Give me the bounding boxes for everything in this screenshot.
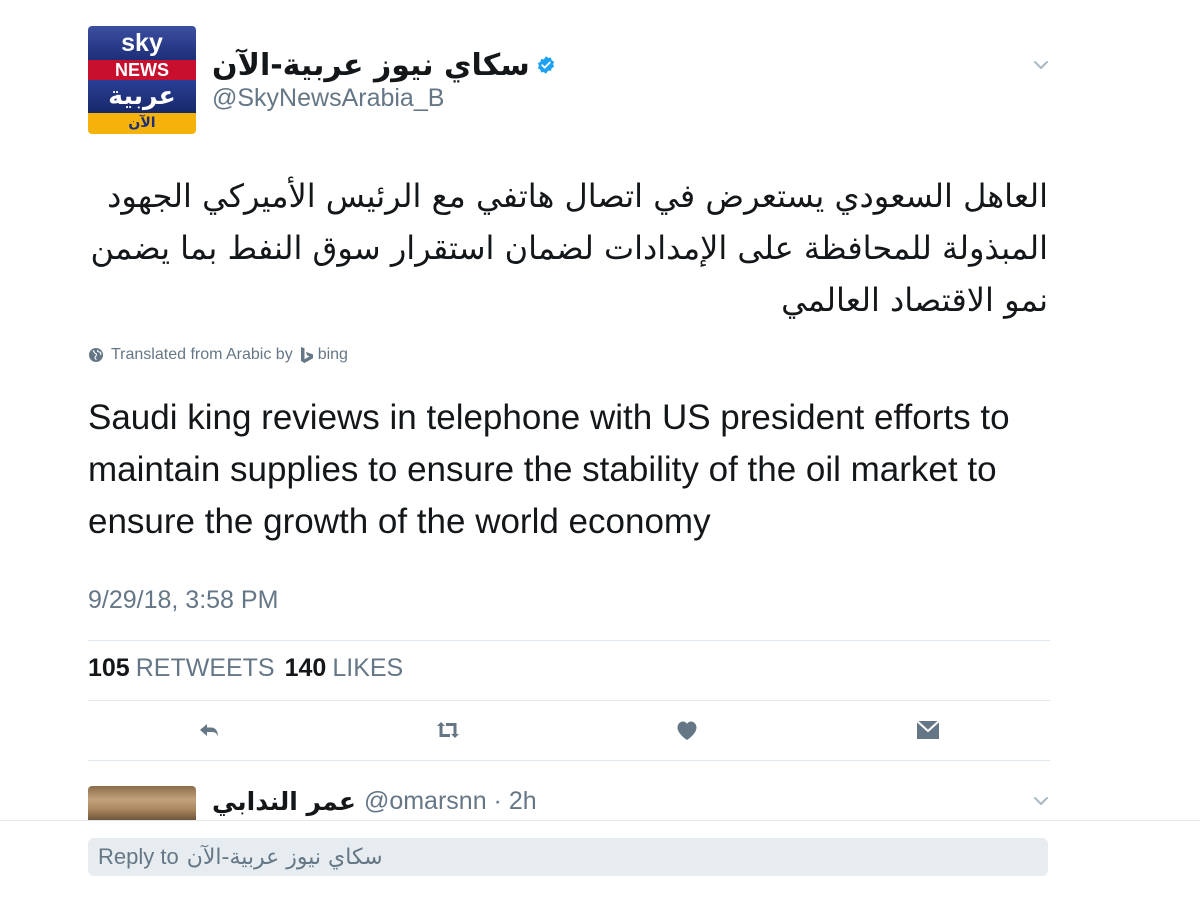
retweets-label: RETWEETS — [135, 654, 275, 682]
translated-label: Translated from Arabic by — [111, 346, 293, 363]
logo-news-text: NEWS — [88, 60, 196, 80]
logo-now-text: الآن — [88, 113, 196, 134]
verified-badge-icon — [537, 56, 554, 74]
logo-sky-text: sky — [88, 26, 196, 60]
envelope-icon — [916, 720, 940, 739]
retweets-stat[interactable]: 105 RETWEETS — [88, 654, 275, 683]
tweet-timestamp[interactable]: 9/29/18, 3:58 PM — [88, 586, 278, 615]
heart-icon — [677, 721, 697, 740]
globe-icon — [89, 348, 103, 362]
retweet-button[interactable] — [434, 716, 462, 744]
reply-author-row: عمر الندابي @omarsnn · 2h — [212, 786, 537, 816]
tweet-text-translation: Saudi king reviews in telephone with US … — [88, 398, 1010, 541]
avatar[interactable]: sky NEWS عربية الآن — [88, 26, 196, 134]
tweet-detail: sky NEWS عربية الآن سكاي نيوز عربية-الآن… — [88, 0, 1050, 820]
likes-count: 140 — [284, 654, 327, 682]
tweet-text-original: العاهل السعودي يستعرض في اتصال هاتفي مع … — [90, 177, 1048, 319]
author-handle[interactable]: @SkyNewsArabia_B — [212, 84, 444, 113]
reply-prefix: Reply to — [98, 844, 179, 869]
translation-attribution: Translated from Arabic by bing — [88, 342, 348, 368]
divider — [88, 700, 1050, 701]
divider — [88, 640, 1050, 641]
bing-link[interactable]: bing — [299, 346, 348, 364]
likes-label: LIKES — [332, 654, 404, 682]
author-name-row[interactable]: سكاي نيوز عربية-الآن — [212, 46, 556, 84]
retweet-icon — [437, 722, 459, 738]
reply-tweet-preview[interactable]: عمر الندابي @omarsnn · 2h — [88, 786, 1050, 820]
reply-button[interactable] — [196, 716, 224, 744]
reply-author-handle[interactable]: @omarsnn · 2h — [364, 787, 537, 816]
direct-message-button[interactable] — [914, 716, 942, 744]
bing-logo-icon — [300, 347, 313, 363]
chevron-down-icon[interactable] — [1032, 58, 1050, 72]
chevron-down-icon[interactable] — [1032, 794, 1050, 808]
reply-target-name: سكاي نيوز عربية-الآن — [186, 844, 383, 870]
reply-avatar[interactable] — [88, 786, 196, 820]
tweet-stats: 105 RETWEETS 140 LIKES — [88, 654, 413, 683]
reply-author-name[interactable]: عمر الندابي — [212, 787, 356, 816]
reply-icon — [200, 724, 218, 737]
divider — [88, 760, 1050, 761]
likes-stat[interactable]: 140 LIKES — [285, 654, 404, 683]
logo-arabic-text: عربية — [88, 80, 196, 113]
reply-composer-bar: Reply to سكاي نيوز عربية-الآن — [0, 820, 1200, 901]
reply-input[interactable]: Reply to سكاي نيوز عربية-الآن — [88, 838, 1048, 876]
bing-label: bing — [317, 346, 348, 363]
display-name[interactable]: سكاي نيوز عربية-الآن — [212, 48, 530, 83]
like-button[interactable] — [673, 716, 701, 744]
retweets-count: 105 — [88, 654, 130, 682]
